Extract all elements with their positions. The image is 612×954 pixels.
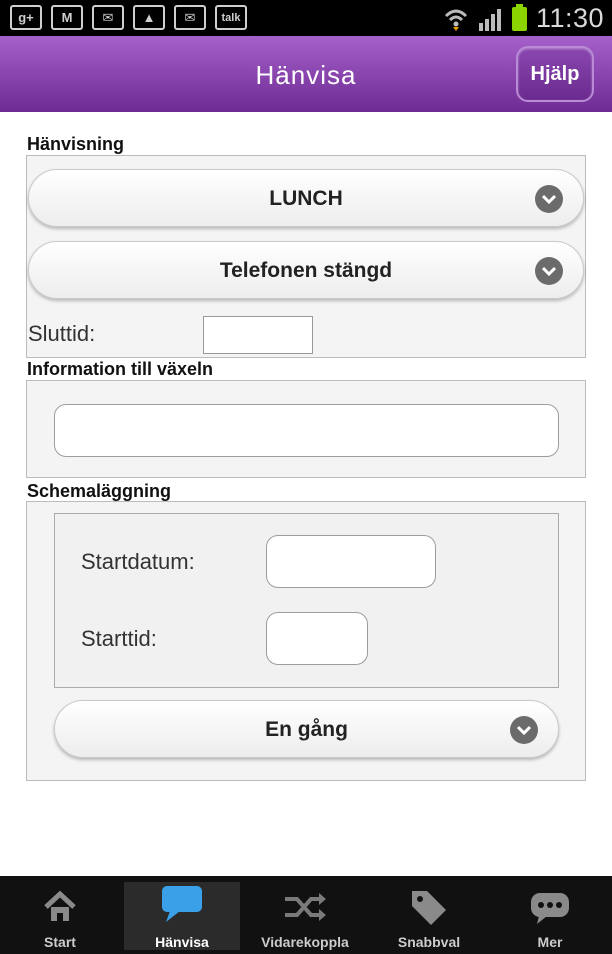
chevron-down-icon xyxy=(535,185,563,213)
notification-icons: g+ M ✉ ▲ ✉ talk xyxy=(10,5,247,30)
end-time-label: Sluttid: xyxy=(28,321,96,346)
tab-start-label: Start xyxy=(44,934,76,950)
speech-bubble-icon xyxy=(162,886,202,922)
shuffle-icon xyxy=(285,893,326,921)
help-button[interactable]: Hjälp xyxy=(516,46,594,102)
missed-mail-icon: ✉ xyxy=(174,5,206,30)
start-date-input[interactable] xyxy=(266,535,436,588)
google-plus-icon: g+ xyxy=(10,5,42,30)
signal-icon xyxy=(478,8,501,31)
tab-hanvisa-label: Hänvisa xyxy=(155,934,209,950)
reason-select-value: LUNCH xyxy=(269,187,343,210)
start-time-label: Starttid: xyxy=(81,626,157,651)
tab-mer[interactable]: Mer xyxy=(492,882,608,950)
start-time-input[interactable] xyxy=(266,612,368,665)
phone-select-value: Telefonen stängd xyxy=(219,259,393,282)
tab-vidarekoppla[interactable]: Vidarekoppla xyxy=(247,882,363,950)
tab-vidarekoppla-label: Vidarekoppla xyxy=(261,934,349,950)
tag-icon xyxy=(412,891,446,925)
repeat-select-value: En gång xyxy=(265,718,348,741)
app-header: Hänvisa Hjälp xyxy=(0,36,612,112)
chevron-down-icon xyxy=(510,716,538,744)
tab-snabbval-label: Snabbval xyxy=(397,934,461,950)
scheduling-label: Schemaläggning xyxy=(27,481,172,501)
tab-mer-label: Mer xyxy=(537,934,563,950)
home-icon xyxy=(44,890,76,921)
tab-start[interactable]: Start xyxy=(2,882,118,950)
reason-select[interactable]: LUNCH xyxy=(28,169,584,227)
battery-icon xyxy=(511,3,527,31)
phone-select[interactable]: Telefonen stängd xyxy=(28,241,584,299)
talk-icon: talk xyxy=(215,5,247,30)
start-date-label: Startdatum: xyxy=(81,549,195,574)
app-screen: g+ M ✉ ▲ ✉ talk 11:30 Hänvisa Hjälp Hänv… xyxy=(0,0,612,954)
hanvisning-group: LUNCH Telefonen stängd Sluttid: xyxy=(26,155,586,358)
missed-mail-icon: ✉ xyxy=(92,5,124,30)
status-bar: g+ M ✉ ▲ ✉ talk 11:30 xyxy=(0,0,612,36)
image-icon: ▲ xyxy=(133,5,165,30)
hanvisning-label: Hänvisning xyxy=(27,134,125,154)
schedule-inner-box: Startdatum: Starttid: xyxy=(54,513,559,688)
status-right: 11:30 xyxy=(444,3,604,34)
repeat-select[interactable]: En gång xyxy=(54,700,559,758)
gmail-icon: M xyxy=(51,5,83,30)
information-label: Information till växeln xyxy=(27,359,214,379)
clock: 11:30 xyxy=(535,3,604,33)
chevron-down-icon xyxy=(535,257,563,285)
tab-snabbval[interactable]: Snabbval xyxy=(371,882,487,950)
more-chat-icon xyxy=(531,893,569,924)
tab-hanvisa[interactable]: Hänvisa xyxy=(124,882,240,950)
information-input[interactable] xyxy=(54,404,559,457)
information-group xyxy=(26,380,586,478)
end-time-input[interactable] xyxy=(203,316,313,354)
bottom-tab-bar: Start Hänvisa Vidarekoppla Snabbval Mer xyxy=(0,876,612,954)
scheduling-group: Startdatum: Starttid: En gång xyxy=(26,501,586,781)
wifi-icon xyxy=(444,9,467,31)
